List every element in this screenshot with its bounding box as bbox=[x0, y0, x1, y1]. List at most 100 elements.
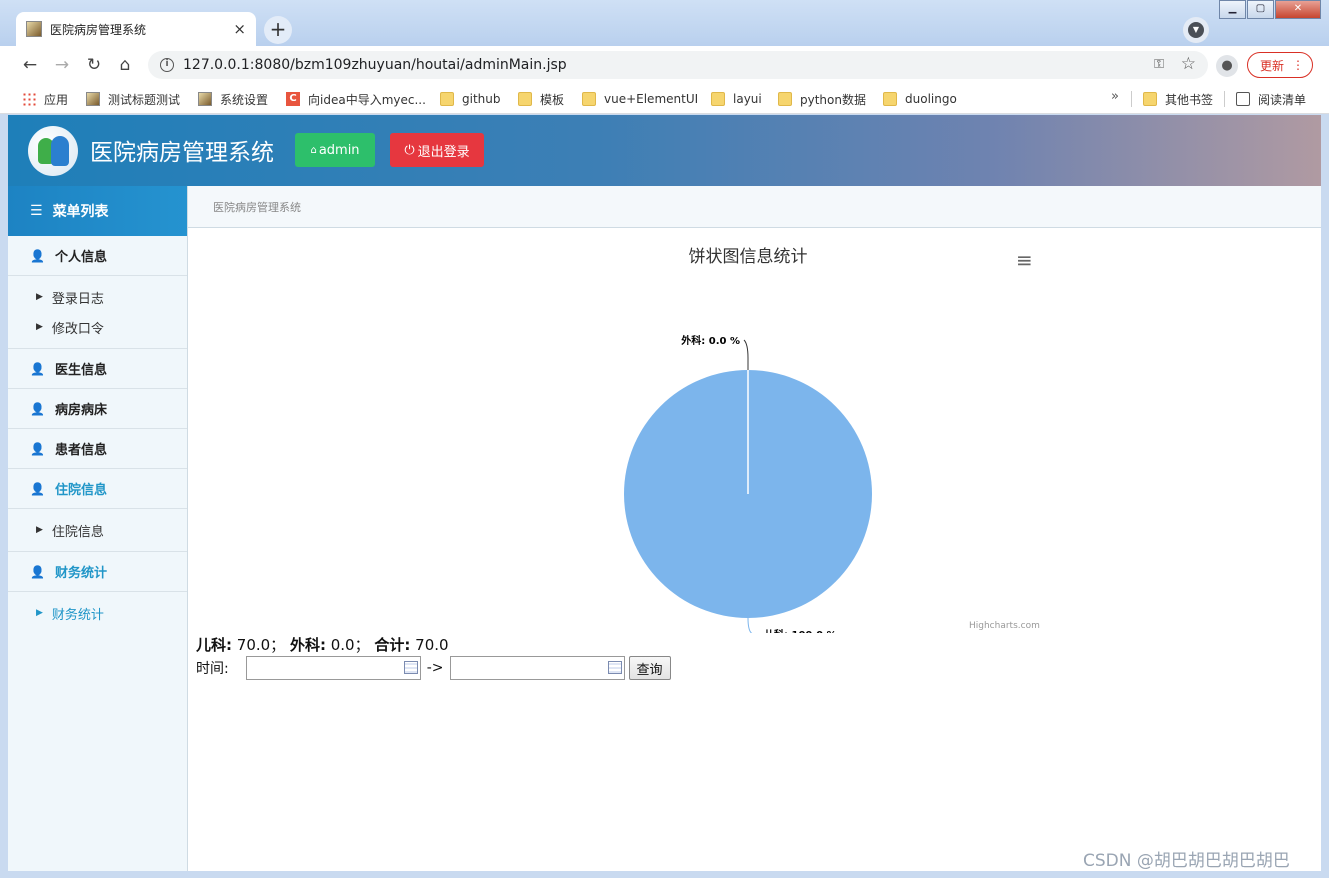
submenu: ▶ 登录日志 ▶ 修改口令 bbox=[8, 276, 187, 349]
kebab-menu-icon: ⋮ bbox=[1292, 58, 1304, 72]
sidebar-item-wards[interactable]: 👤 病房病床 bbox=[8, 389, 187, 429]
pie-svg: 儿科: 100.0 % 外科: 0.0 % bbox=[624, 334, 872, 633]
bookmark-item[interactable]: github bbox=[440, 90, 500, 108]
menu-header-label: 菜单列表 bbox=[52, 204, 109, 220]
admin-button[interactable]: ⌂ admin bbox=[295, 133, 375, 167]
sidebar-subitem-login-log[interactable]: ▶ 登录日志 bbox=[8, 282, 187, 312]
pediatrics-value: 70.0； bbox=[236, 636, 286, 654]
home-icon: ⌂ bbox=[310, 144, 317, 156]
sidebar-subitem-label: 登录日志 bbox=[51, 291, 104, 307]
window-edge bbox=[0, 871, 1329, 878]
close-window-button[interactable]: ✕ bbox=[1275, 0, 1321, 19]
sidebar-item-finance[interactable]: 👤 财务统计 bbox=[8, 552, 187, 592]
end-date-input[interactable] bbox=[449, 656, 625, 680]
bookmark-item[interactable]: duolingo bbox=[883, 90, 957, 108]
update-button[interactable]: 更新 ⋮ bbox=[1247, 52, 1313, 78]
logout-label: 退出登录 bbox=[417, 144, 470, 160]
reload-icon[interactable]: ↻ bbox=[83, 54, 105, 76]
user-icon: 👤 bbox=[30, 401, 45, 416]
bookmark-item[interactable]: 系统设置 bbox=[198, 90, 268, 108]
bookmark-label: github bbox=[462, 92, 501, 106]
maximize-button[interactable]: ▢ bbox=[1247, 0, 1274, 19]
tab-close-icon[interactable]: × bbox=[233, 20, 246, 38]
reading-list[interactable]: 阅读清单 bbox=[1236, 90, 1306, 108]
bookmark-item[interactable]: vue+ElementUI bbox=[582, 90, 698, 108]
caret-right-icon: ▶ bbox=[36, 292, 43, 302]
submenu: ▶ 财务统计 bbox=[8, 592, 187, 634]
sidebar-item-label: 个人信息 bbox=[54, 250, 107, 265]
back-icon[interactable]: ← bbox=[19, 54, 41, 76]
sidebar: ☰ 菜单列表 👤 个人信息 ▶ 登录日志 ▶ 修改口令 👤 医生信息 👤 病房病床 👤 患者信… bbox=[8, 186, 188, 871]
caret-right-icon: ▶ bbox=[36, 525, 43, 535]
bookmark-item[interactable]: 测试标题测试 bbox=[86, 90, 180, 108]
pie-label-connector bbox=[743, 339, 749, 370]
url-field[interactable]: i 127.0.0.1:8080/bzm109zhuyuan/houtai/ad… bbox=[148, 51, 1208, 79]
minimize-button[interactable]: ▁ bbox=[1219, 0, 1246, 19]
pediatrics-label: 儿科: bbox=[196, 636, 232, 654]
calendar-icon[interactable] bbox=[607, 661, 622, 674]
bookmark-label: duolingo bbox=[905, 92, 957, 106]
query-button[interactable]: 查询 bbox=[628, 656, 671, 680]
bookmarks-divider bbox=[1224, 91, 1225, 107]
info-icon[interactable]: i bbox=[160, 58, 174, 72]
watermark: CSDN @胡巴胡巴胡巴胡巴 bbox=[1083, 851, 1290, 871]
bookmark-item[interactable]: python数据 bbox=[778, 90, 866, 108]
sidebar-item-patients[interactable]: 👤 患者信息 bbox=[8, 429, 187, 469]
pie-chart: 饼状图信息统计 ≡ 儿科: 100.0 %外科: 0.0 % Highchart… bbox=[188, 228, 1048, 633]
surgery-value: 0.0； bbox=[330, 636, 370, 654]
caret-right-icon: ▶ bbox=[36, 608, 43, 618]
tab-search-button[interactable]: ▼ bbox=[1183, 17, 1209, 43]
power-icon: ⏻ bbox=[404, 142, 415, 158]
sidebar-item-doctors[interactable]: 👤 医生信息 bbox=[8, 349, 187, 389]
chart-credits[interactable]: Highcharts.com bbox=[969, 621, 1040, 631]
pie-label-connector bbox=[747, 617, 753, 633]
sidebar-subitem-change-password[interactable]: ▶ 修改口令 bbox=[8, 312, 187, 342]
forward-icon[interactable]: → bbox=[51, 54, 73, 76]
caret-right-icon: ▶ bbox=[36, 322, 43, 332]
logout-button[interactable]: ⏻ 退出登录 bbox=[390, 133, 484, 167]
star-icon[interactable]: ☆ bbox=[1181, 54, 1196, 74]
new-tab-button[interactable]: + bbox=[264, 16, 292, 44]
other-bookmarks[interactable]: 其他书签 bbox=[1143, 90, 1213, 108]
arrow-label: -> bbox=[426, 660, 444, 676]
sidebar-item-profile[interactable]: 👤 个人信息 bbox=[8, 236, 187, 276]
bookmark-item[interactable]: layui bbox=[711, 90, 762, 108]
bookmark-item[interactable]: C 向idea中导入myec... bbox=[286, 90, 426, 108]
calendar-icon[interactable] bbox=[403, 661, 418, 674]
profile-avatar[interactable]: ● bbox=[1216, 55, 1238, 77]
search-row: 时间: -> 查询 bbox=[196, 656, 671, 680]
sidebar-subitem-label: 财务统计 bbox=[51, 607, 104, 623]
sidebar-item-label: 医生信息 bbox=[54, 363, 107, 378]
bookmark-label: python数据 bbox=[800, 92, 866, 107]
start-date-input[interactable] bbox=[245, 656, 421, 680]
bookmark-item[interactable]: 应用 bbox=[22, 90, 68, 108]
home-icon[interactable]: ⌂ bbox=[114, 54, 136, 76]
bookmark-label: layui bbox=[733, 92, 762, 106]
reading-list-icon bbox=[1236, 92, 1250, 106]
bookmarks-more-icon[interactable]: » bbox=[1111, 89, 1119, 104]
folder-icon bbox=[518, 92, 532, 106]
sidebar-subitem-label: 修改口令 bbox=[51, 321, 104, 337]
sidebar-item-hospitalization[interactable]: 👤 住院信息 bbox=[8, 469, 187, 509]
window-edge bbox=[1321, 115, 1329, 878]
bookmarks-bar: 应用 测试标题测试 系统设置 C 向idea中导入myec... github 模… bbox=[0, 84, 1329, 114]
sidebar-subitem-finance[interactable]: ▶ 财务统计 bbox=[8, 598, 187, 628]
browser-tab[interactable]: 医院病房管理系统 × bbox=[16, 12, 256, 46]
sidebar-subitem-label: 住院信息 bbox=[51, 524, 104, 540]
logo-icon bbox=[28, 126, 78, 176]
favicon-icon bbox=[26, 21, 42, 37]
menu-header: ☰ 菜单列表 bbox=[8, 186, 187, 236]
url-text: 127.0.0.1:8080/bzm109zhuyuan/houtai/admi… bbox=[183, 57, 567, 73]
bookmark-item[interactable]: 模板 bbox=[518, 90, 564, 108]
bookmark-label: 模板 bbox=[540, 92, 565, 107]
bookmark-label: vue+ElementUI bbox=[604, 92, 699, 106]
time-label: 时间: bbox=[196, 661, 229, 677]
image-icon bbox=[86, 92, 100, 106]
key-icon[interactable]: ⚿ bbox=[1154, 57, 1164, 72]
folder-icon bbox=[778, 92, 792, 106]
folder-icon bbox=[440, 92, 454, 106]
submenu: ▶ 住院信息 bbox=[8, 509, 187, 552]
bookmark-label: 系统设置 bbox=[220, 92, 269, 107]
sidebar-subitem-hospitalization[interactable]: ▶ 住院信息 bbox=[8, 515, 187, 545]
user-icon: 👤 bbox=[30, 564, 45, 579]
